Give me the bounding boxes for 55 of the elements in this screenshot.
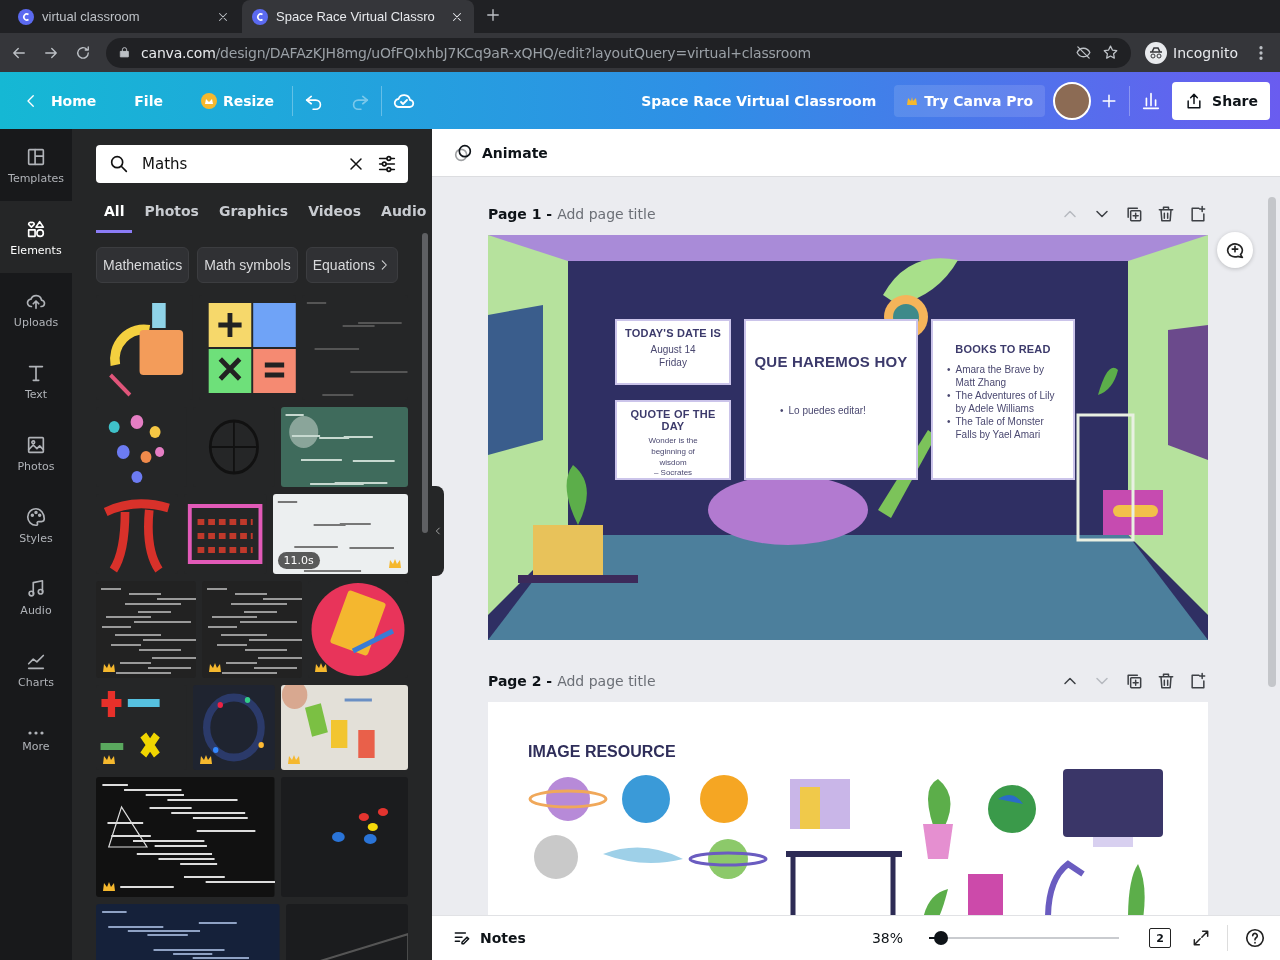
card-heading: QUOTE OF THE DAY: [629, 408, 717, 432]
sidebar-item[interactable]: Elements: [0, 201, 72, 273]
bullet-item: The Tale of Monster Falls by Yael Amari: [955, 415, 1045, 441]
sidebar-item[interactable]: Styles: [0, 489, 72, 561]
sidebar-item[interactable]: Templates: [0, 129, 72, 201]
suggestion-chip[interactable]: Equations: [305, 247, 398, 283]
sidebar-item[interactable]: Text: [0, 345, 72, 417]
text-card[interactable]: TODAY'S DATE IS August 14 Friday: [615, 319, 731, 385]
text-card[interactable]: QUE HAREMOS HOY • Lo puedes editar!: [744, 319, 918, 480]
page-label: Page 1 -: [488, 206, 553, 222]
bullet-marker: •: [947, 363, 951, 377]
text-card[interactable]: QUOTE OF THE DAY Wonder is the beginning of wisdom – Socrates: [615, 400, 731, 480]
page-title-field[interactable]: Add page title: [557, 206, 656, 222]
card-text: – Socrates: [652, 468, 694, 480]
bullet-marker: •: [947, 389, 951, 403]
document-title[interactable]: Space Race Virtual Classroom: [633, 86, 885, 115]
filter-tab[interactable]: Videos: [300, 197, 370, 233]
browser-tab[interactable]: virtual classroom: [8, 0, 240, 33]
page-title-field[interactable]: Add page title: [557, 673, 656, 689]
filter-tab[interactable]: Graphics: [210, 197, 297, 233]
card-text: Friday: [658, 356, 688, 369]
suggestion-chip[interactable]: Mathematics: [96, 247, 190, 283]
sidebar-item[interactable]: More: [0, 705, 72, 777]
page-label: Page 2 -: [488, 673, 553, 689]
sidebar-item[interactable]: Audio: [0, 561, 72, 633]
bullet-marker: •: [780, 404, 784, 417]
suggestion-chip[interactable]: Math symbols: [197, 247, 298, 283]
filter-tab[interactable]: Audio: [373, 197, 432, 233]
sidebar-item[interactable]: Uploads: [0, 273, 72, 345]
duration-label: 11.0s: [277, 552, 320, 569]
filter-tab[interactable]: All: [96, 197, 133, 233]
card-heading: QUE HAREMOS HOY: [754, 353, 908, 370]
bullet-item: Amara the Brave by Matt Zhang: [955, 363, 1045, 389]
notes-button[interactable]: Notes: [446, 927, 532, 949]
filter-tab[interactable]: Photos: [136, 197, 207, 233]
sidebar-item[interactable]: Charts: [0, 633, 72, 705]
card-text: Wonder is the beginning of wisdom: [647, 436, 699, 469]
page-count-button[interactable]: 2: [1149, 928, 1171, 948]
card-heading: BOOKS TO READ: [954, 343, 1052, 355]
page-heading: IMAGE RESOURCE: [528, 743, 676, 761]
animate-button[interactable]: Animate: [446, 140, 554, 165]
search-bar[interactable]: Maths: [96, 145, 408, 183]
card-text: August 14: [649, 343, 697, 356]
text-card[interactable]: BOOKS TO READ • Amara the Brave by Matt Zhang • The Adventures of Lily by Adele Williams • The Tale of Monster Falls by Yael Amari: [931, 319, 1075, 480]
card-heading: TODAY'S DATE IS: [625, 327, 721, 339]
share-button[interactable]: Share: [1172, 81, 1270, 120]
bullet-marker: •: [947, 415, 951, 429]
profile-label: Incognito: [1173, 44, 1238, 61]
sidebar-item[interactable]: Photos: [0, 417, 72, 489]
zoom-level[interactable]: 38%: [871, 930, 903, 946]
address-bar[interactable]: canva.com/design/DAFAzKJH8mg/uOfFQIxhbJ7KCq9aR-xQHQ/edit?layoutQuery=virtual+classroom: [106, 37, 1132, 68]
browser-tab[interactable]: Space Race Virtual Classro: [242, 0, 474, 33]
incognito-badge[interactable]: Incognito: [1145, 41, 1238, 64]
bullet-item: The Adventures of Lily by Adele Williams: [955, 389, 1056, 415]
bullet-item: Lo puedes editar!: [788, 404, 866, 417]
